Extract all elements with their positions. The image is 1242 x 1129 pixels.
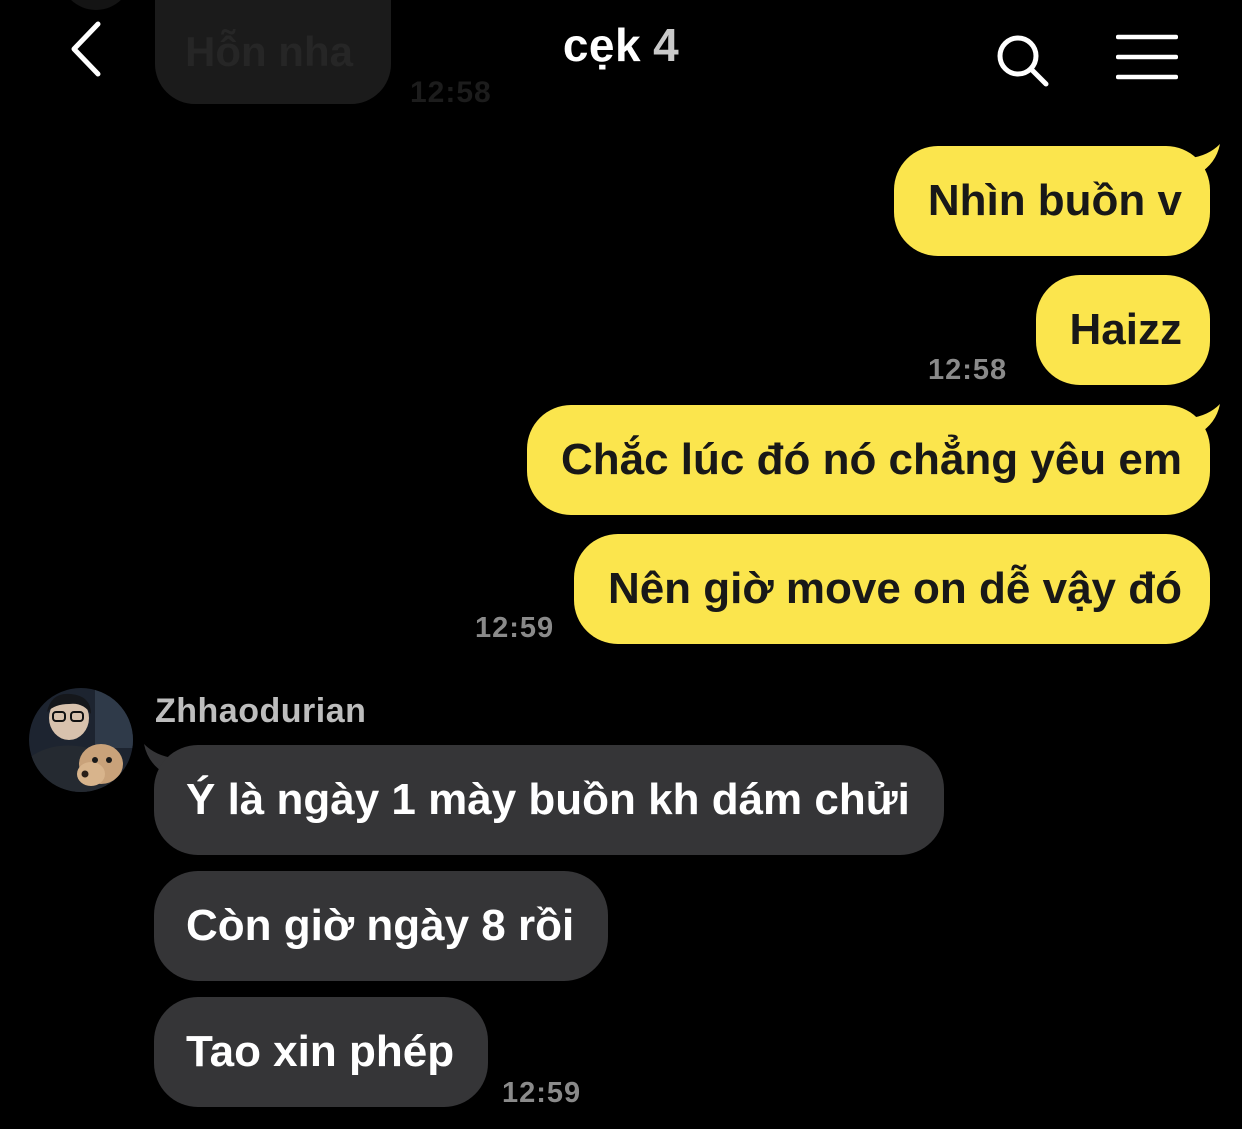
outgoing-message[interactable]: Chắc lúc đó nó chẳng yêu em [526,405,1210,515]
chat-title: cẹk 4 [0,18,1242,72]
faded-message-time: 12:58 [410,76,492,109]
sender-name: Zhhaodurian [155,692,367,730]
search-icon[interactable] [994,32,1052,90]
message-time: 12:59 [502,1077,582,1109]
avatar[interactable] [29,688,133,792]
faded-avatar [60,0,132,10]
message-time: 12:59 [475,612,555,644]
outgoing-message[interactable]: Nên giờ move on dễ vậy đó [573,534,1210,644]
chat-name: cẹk [562,19,642,71]
message-time: 12:58 [928,354,1008,386]
outgoing-message[interactable]: Haizz [1035,275,1210,385]
incoming-message[interactable]: Tao xin phép [154,997,489,1107]
member-count: 4 [653,19,680,71]
menu-icon[interactable] [1115,34,1179,80]
outgoing-message[interactable]: Nhìn buồn v [893,146,1210,256]
incoming-message[interactable]: Còn giờ ngày 8 rồi [154,871,609,981]
incoming-message[interactable]: Ý là ngày 1 mày buồn kh dám chửi [154,745,944,855]
